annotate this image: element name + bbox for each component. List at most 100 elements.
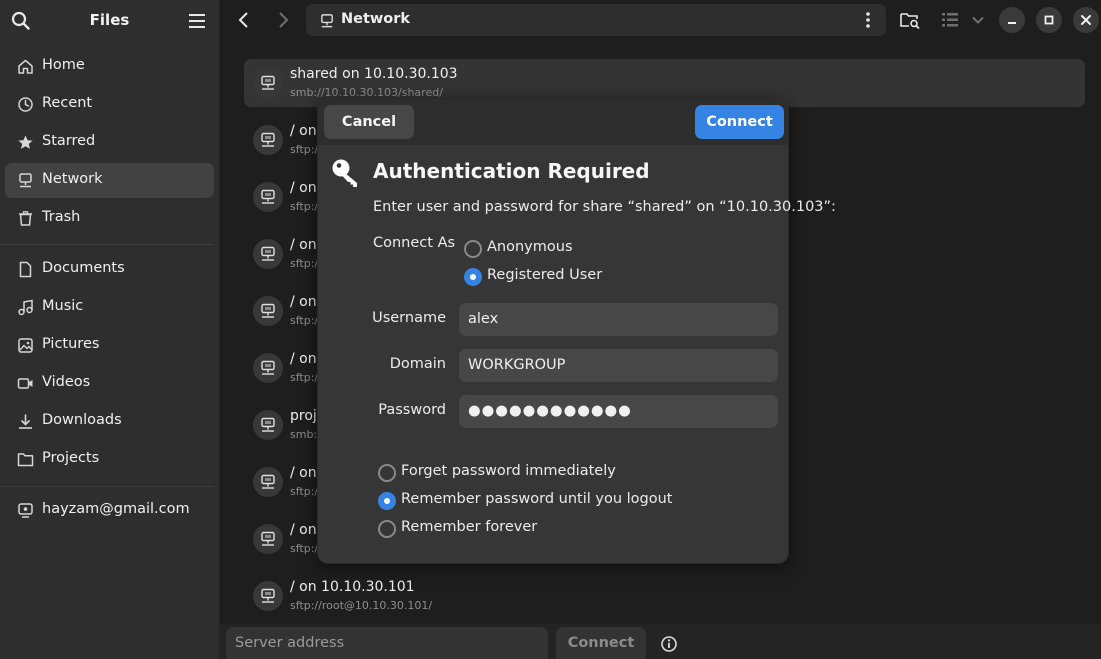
sidebar-header: Files [0, 0, 219, 40]
info-icon [661, 636, 677, 652]
sidebar-item-downloads[interactable]: Downloads [5, 404, 214, 439]
list-item-name: / on 10.10.30.101 [290, 579, 415, 595]
list-item-name: / on [290, 522, 317, 538]
server-address-input[interactable] [226, 627, 548, 659]
list-item-uri: sftp:/ [290, 542, 319, 555]
maximize-button[interactable] [1036, 7, 1062, 33]
sidebar-item-account[interactable]: hayzam@gmail.com [5, 493, 214, 528]
home-icon [18, 59, 33, 74]
sidebar-item-videos[interactable]: Videos [5, 366, 214, 401]
sidebar-item-documents[interactable]: Documents [5, 252, 214, 287]
list-item-uri: sftp:/ [290, 485, 319, 498]
star-icon [18, 135, 33, 149]
search-in-folder-button[interactable] [898, 8, 922, 32]
sidebar-item-label: Downloads [42, 412, 122, 428]
hamburger-icon [189, 14, 205, 28]
document-icon [19, 261, 32, 278]
network-drive-icon [253, 182, 283, 212]
list-item-uri: sftp:/ [290, 314, 319, 327]
list-item-uri: sftp:/ [290, 143, 319, 156]
sidebar-item-projects[interactable]: Projects [5, 442, 214, 477]
list-item-name: shared on 10.10.30.103 [290, 66, 458, 82]
key-icon [332, 159, 357, 187]
list-item-name: / on [290, 465, 317, 481]
cancel-button[interactable]: Cancel [324, 105, 414, 139]
list-item-uri: sftp:/ [290, 371, 319, 384]
remember-forever-radio[interactable] [378, 520, 396, 538]
sidebar-item-label: Home [42, 57, 85, 73]
forget-password-label: Forget password immediately [401, 463, 616, 479]
authentication-dialog: Cancel Connect Authentication Required E… [317, 98, 836, 564]
list-item-name: / on [290, 123, 317, 139]
sidebar-item-label: Videos [42, 374, 91, 390]
chevron-right-icon [279, 12, 289, 28]
network-drive-icon [253, 410, 283, 440]
forget-password-radio[interactable] [378, 464, 396, 482]
chevron-left-icon [238, 12, 248, 28]
domain-field[interactable]: WORKGROUP [459, 349, 778, 382]
anonymous-radio[interactable] [464, 240, 482, 258]
view-options-button[interactable] [966, 8, 990, 32]
network-icon [19, 173, 32, 188]
view-toggle-button[interactable] [938, 8, 962, 32]
close-button[interactable] [1073, 7, 1099, 33]
location-label: Network [341, 11, 411, 27]
list-item-name: / on [290, 351, 317, 367]
list-item-uri: sftp:/ [290, 257, 319, 270]
list-item-name: / on [290, 237, 317, 253]
dialog-message: Enter user and password for share “share… [373, 199, 836, 215]
domain-label: Domain [389, 356, 446, 372]
network-drive-icon [253, 524, 283, 554]
connect-as-label: Connect As [373, 235, 456, 251]
minimize-icon [1008, 22, 1016, 24]
sidebar-item-home[interactable]: Home [5, 49, 214, 84]
server-help-button[interactable] [660, 635, 678, 653]
back-button[interactable] [232, 8, 256, 32]
sidebar-item-label: Projects [42, 450, 100, 466]
chevron-down-icon [972, 16, 984, 24]
network-drive-icon [253, 353, 283, 383]
maximize-icon [1044, 15, 1054, 25]
remember-forever-label: Remember forever [401, 519, 538, 535]
list-item[interactable]: / on 10.10.30.101 sftp://root@10.10.30.1… [244, 572, 1085, 620]
close-icon [1081, 15, 1091, 25]
sidebar-item-label: Music [42, 298, 84, 314]
remember-until-logout-label: Remember password until you logout [401, 491, 673, 507]
forward-button[interactable] [271, 8, 295, 32]
sidebar: Files Home Recent Starred Network Trash … [0, 0, 220, 659]
list-item-name: / on [290, 180, 317, 196]
network-drive-icon [253, 68, 283, 98]
server-connect-button[interactable]: Connect [556, 627, 646, 659]
username-field[interactable]: alex [459, 303, 778, 336]
sidebar-item-recent[interactable]: Recent [5, 87, 214, 122]
sidebar-item-label: Pictures [42, 336, 100, 352]
sidebar-item-music[interactable]: Music [5, 290, 214, 325]
list-item-uri: smb: [290, 428, 318, 441]
list-item-name: proj [290, 408, 317, 424]
minimize-button[interactable] [999, 7, 1025, 33]
sidebar-item-network[interactable]: Network [5, 163, 214, 198]
online-account-icon [18, 503, 33, 518]
list-view-icon [942, 13, 958, 27]
main-menu-button[interactable] [186, 10, 208, 32]
sidebar-item-pictures[interactable]: Pictures [5, 328, 214, 363]
location-bar[interactable]: Network [306, 4, 886, 36]
folder-icon [17, 453, 34, 467]
location-menu-button[interactable] [859, 11, 877, 29]
registered-user-label: Registered User [487, 267, 603, 283]
connect-button[interactable]: Connect [695, 105, 784, 139]
network-drive-icon [253, 296, 283, 326]
network-drive-icon [253, 125, 283, 155]
folder-search-icon [900, 13, 920, 30]
list-item-uri: sftp://root@10.10.30.101/ [290, 599, 433, 612]
remember-until-logout-radio[interactable] [378, 492, 396, 510]
network-drive-icon [253, 467, 283, 497]
registered-user-radio[interactable] [464, 268, 482, 286]
network-icon [321, 14, 333, 28]
username-label: Username [372, 310, 446, 326]
video-icon [17, 378, 33, 389]
sidebar-item-label: hayzam@gmail.com [42, 501, 190, 517]
sidebar-item-starred[interactable]: Starred [5, 125, 214, 160]
sidebar-item-trash[interactable]: Trash [5, 201, 214, 236]
password-field[interactable]: ●●●●●●●●●●●● [459, 395, 778, 428]
